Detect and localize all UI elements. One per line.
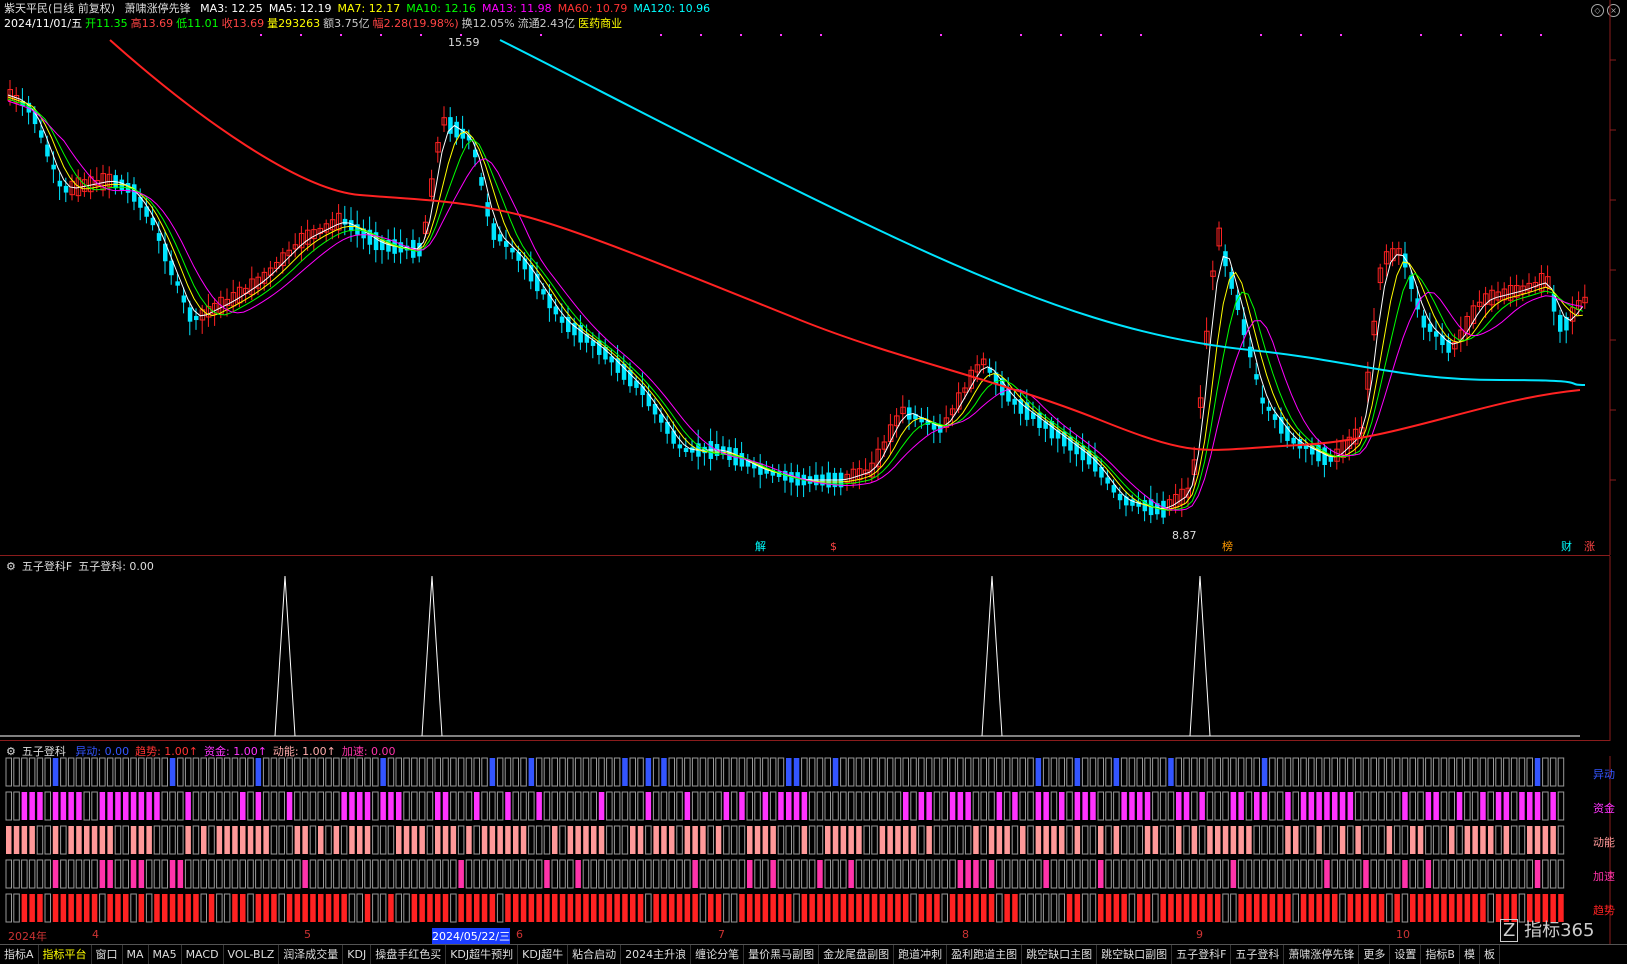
wuzi-dengke-bars[interactable] <box>0 756 1627 946</box>
date-label-8: 10 <box>1396 928 1410 941</box>
high-price-label: 15.59 <box>448 36 480 50</box>
date-label-3: 2024/05/22/三 <box>432 928 510 944</box>
tab-7[interactable]: 润泽成交量 <box>279 945 343 964</box>
tab-21[interactable]: 五子登科F <box>1172 945 1231 964</box>
tab-19[interactable]: 跳空缺口主图 <box>1022 945 1097 964</box>
row-label-0: 异动 <box>1593 766 1615 782</box>
logo-icon: Z <box>1500 919 1518 942</box>
tab-0[interactable]: 指标A <box>0 945 39 964</box>
tab-10[interactable]: KDJ超牛预判 <box>446 945 518 964</box>
tab-24[interactable]: 更多 <box>1359 945 1390 964</box>
tab-15[interactable]: 量价黑马副图 <box>744 945 819 964</box>
tab-27[interactable]: 模 <box>1460 945 1480 964</box>
tab-9[interactable]: 操盘手红色买 <box>371 945 446 964</box>
tab-20[interactable]: 跳空缺口副图 <box>1097 945 1172 964</box>
event-marker-3[interactable]: 财 <box>1561 540 1572 554</box>
tab-6[interactable]: VOL-BLZ <box>224 945 280 964</box>
tab-5[interactable]: MACD <box>182 945 224 964</box>
date-label-7: 9 <box>1196 928 1203 941</box>
date-label-4: 6 <box>516 928 523 941</box>
tab-22[interactable]: 五子登科 <box>1231 945 1284 964</box>
row-label-2: 动能 <box>1593 834 1615 850</box>
tab-13[interactable]: 2024主升浪 <box>621 945 691 964</box>
tab-26[interactable]: 指标B <box>1421 945 1460 964</box>
date-axis: 2024年 4 5 2024/05/22/三 6 7 8 9 10 <box>0 928 1610 943</box>
row-label-1: 资金 <box>1593 800 1615 816</box>
date-label-6: 8 <box>962 928 969 941</box>
date-label-1: 4 <box>92 928 99 941</box>
tab-2[interactable]: 窗口 <box>92 945 123 964</box>
event-marker-2[interactable]: 榜 <box>1222 540 1233 554</box>
tab-4[interactable]: MA5 <box>149 945 182 964</box>
watermark: Z 指标365 <box>1500 924 1594 938</box>
tab-18[interactable]: 盈利跑道主图 <box>947 945 1022 964</box>
event-marker-4[interactable]: 涨 <box>1584 540 1595 554</box>
tab-3[interactable]: MA <box>123 945 149 964</box>
tab-17[interactable]: 跑道冲刺 <box>894 945 947 964</box>
date-label-2: 5 <box>304 928 311 941</box>
tab-8[interactable]: KDJ <box>343 945 371 964</box>
date-label-5: 7 <box>718 928 725 941</box>
date-label-0: 2024年 <box>8 928 47 944</box>
row-label-3: 加速 <box>1593 868 1615 884</box>
tab-1[interactable]: 指标平台 <box>39 945 92 964</box>
wuzi-dengke-f-chart[interactable] <box>0 556 1627 741</box>
candlestick-chart[interactable] <box>0 0 1627 555</box>
row-label-4: 趋势 <box>1593 902 1615 918</box>
tab-23[interactable]: 萧啸涨停先锋 <box>1284 945 1359 964</box>
tab-25[interactable]: 设置 <box>1390 945 1421 964</box>
tab-16[interactable]: 金龙尾盘副图 <box>819 945 894 964</box>
tab-14[interactable]: 缠论分笔 <box>691 945 744 964</box>
tab-11[interactable]: KDJ超牛 <box>518 945 568 964</box>
tab-28[interactable]: 板 <box>1480 945 1500 964</box>
event-marker-1[interactable]: $ <box>830 540 837 554</box>
indicator-tab-bar: 指标A 指标平台 窗口 MA MA5 MACD VOL-BLZ 润泽成交量 KDJ 操盘手红色买 K… <box>0 944 1627 964</box>
event-marker-0[interactable]: 解 <box>755 540 766 554</box>
tab-12[interactable]: 粘合启动 <box>568 945 621 964</box>
low-price-label: 8.87 <box>1172 529 1197 543</box>
